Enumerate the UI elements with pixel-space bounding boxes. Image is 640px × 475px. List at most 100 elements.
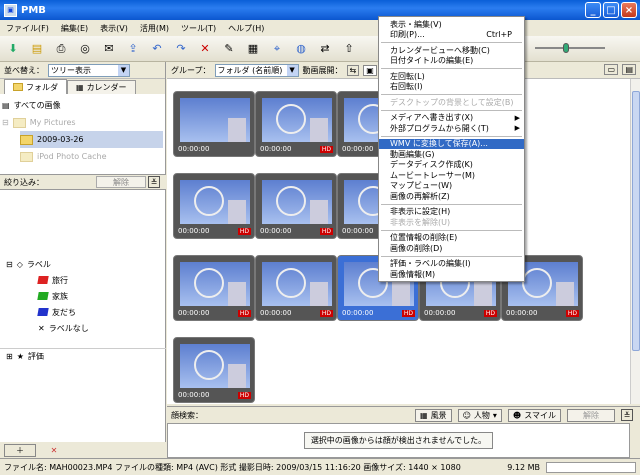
print-icon[interactable]: ⎙ [52,40,70,58]
web-icon[interactable]: ◍ [292,40,310,58]
filter-label: 絞り込み： [4,177,44,187]
rotate-left-icon[interactable]: ↶ [148,40,166,58]
context-menu-item[interactable]: マップビュー(W) [379,181,524,192]
red-tag-icon [37,276,49,284]
thumbnail-item[interactable]: 00:00:00HD [173,173,255,239]
filter-clear-button[interactable]: 解除 [96,176,146,188]
expand-icon[interactable]: ⊟ [2,118,9,127]
label-group[interactable]: ⊟ ◇ ラベル [0,256,166,272]
export-icon[interactable]: ⇪ [124,40,142,58]
tab-calendar[interactable]: ▦ カレンダー [67,80,136,94]
context-menu-item[interactable]: 表示・編集(V) [379,19,524,30]
thumbnail-scrollbar[interactable] [630,79,640,404]
label-item-friends[interactable]: 友だち [0,304,166,320]
context-menu-item[interactable]: ムービートレーサー(M) [379,170,524,181]
group-select[interactable]: フォルダ (名前順) ▼ [214,63,299,77]
upload-icon[interactable]: ⇧ [340,40,358,58]
menu-separator [381,94,522,95]
tab-folder[interactable]: フォルダ [4,79,67,94]
thumbnail-item[interactable]: 00:00:00HD [255,255,337,321]
menu-edit[interactable]: 編集(E) [61,23,88,34]
view-thumbnail-icon[interactable]: ▭ [604,64,618,75]
calendar-icon: ▦ [76,83,84,92]
context-menu-item[interactable]: 評価・ラベルの編集(I) [379,259,524,270]
video-expand-icon[interactable]: ⇆ [346,64,360,76]
menu-help[interactable]: ヘルプ(H) [228,23,264,34]
context-menu-item[interactable]: 画像情報(M) [379,269,524,280]
context-menu-item[interactable]: 画像の再解析(Z) [379,191,524,202]
context-menu-item[interactable]: カレンダービューへ移動(C) [379,45,524,56]
import-folder-icon[interactable]: ▤ [28,40,46,58]
rotate-right-icon[interactable]: ↷ [172,40,190,58]
remove-label-button[interactable]: ✕ [40,444,68,457]
app-icon: ▣ [4,3,17,17]
tree-item-all-images[interactable]: ▤ すべての画像 [2,97,163,114]
email-icon[interactable]: ✉ [100,40,118,58]
context-menu-item[interactable]: 動画編集(G) [379,149,524,160]
context-menu-item[interactable]: 印刷(P)... Ctrl+P [379,30,524,41]
collapse-icon[interactable]: ≚ [621,409,634,421]
context-menu-item[interactable]: 右回転(I) [379,82,524,93]
video-collapse-icon[interactable]: ▣ [363,64,377,76]
close-button[interactable]: × [621,2,637,18]
label-item-travel[interactable]: 旅行 [0,272,166,288]
menu-file[interactable]: ファイル(F) [6,23,49,34]
menu-use[interactable]: 活用(M) [140,23,169,34]
edit-icon[interactable]: ✎ [220,40,238,58]
expand-icon[interactable]: ⊟ [6,260,13,269]
delete-icon[interactable]: ✕ [196,40,214,58]
maximize-button[interactable]: □ [603,2,619,18]
star-icon: ★ [16,352,24,361]
thumbnail-item[interactable]: 00:00:00HD [173,255,255,321]
smile-button[interactable]: ☻ スマイル [507,409,562,422]
context-menu-item[interactable]: 位置情報の削除(E) [379,233,524,244]
context-menu-item[interactable]: 非表示に設定(H) [379,207,524,218]
thumbnail-item[interactable]: 00:00:00HD [255,173,337,239]
label-item-none[interactable]: ✕ ラベルなし [0,320,166,336]
thumbnail-item[interactable]: 00:00:00 [173,91,255,157]
collapse-icon[interactable]: ≚ [148,176,160,188]
submenu-arrow-icon: ▶ [514,124,520,133]
view-list-icon[interactable]: ▤ [622,64,636,75]
zoom-slider[interactable] [535,43,605,53]
menu-tools[interactable]: ツール(T) [181,23,216,34]
context-menu-item[interactable]: 日付タイトルの編集(E) [379,56,524,67]
expand-icon[interactable]: ⊞ [6,352,13,361]
menu-separator [381,229,522,231]
sort-select[interactable]: ツリー表示 ▼ [48,63,130,77]
context-menu-item[interactable]: 画像の削除(D) [379,243,524,254]
tree-item-date-folder[interactable]: 2009-03-26 [20,131,163,148]
menu-view[interactable]: 表示(V) [100,23,128,34]
tree-item-ipod[interactable]: iPod Photo Cache [20,148,163,165]
landscape-button[interactable]: ▦ 風景 [415,409,452,422]
thumbnail-item[interactable]: 00:00:00HD [255,91,337,157]
import-icon[interactable]: ⬇ [4,40,22,58]
status-info: ファイル名: MAH00023.MP4 ファイルの種類: MP4 (AVC) 形… [4,462,461,472]
menu-separator [381,109,522,111]
share-icon[interactable]: ⇄ [316,40,334,58]
map-icon[interactable]: ⌖ [268,40,286,58]
face-search-bar: 顔検索： ▦ 風景 ☺ 人物 ▾ ☻ スマイル 解除 ≚ [167,406,640,423]
add-label-button[interactable]: ＋ [4,443,36,457]
menu-separator [381,255,522,257]
disc-icon[interactable]: ◎ [76,40,94,58]
slideshow-icon[interactable]: ▦ [244,40,262,58]
group-label: グループ： [171,65,211,75]
tree-item-my-pictures[interactable]: ⊟ My Pictures [2,114,163,131]
minimize-button[interactable]: _ [585,2,601,18]
label-item-family[interactable]: 家族 [0,288,166,304]
face-clear-button[interactable]: 解除 [567,409,616,422]
face-search-label: 顔検索： [171,410,203,420]
zoom-slider-thumb[interactable] [563,43,569,53]
context-menu-item[interactable]: 左回転(L) [379,71,524,82]
title-bar: ▣ PMB _ □ × [0,0,640,20]
sort-label: 並べ替え： [4,65,44,75]
rating-group[interactable]: ⊞ ★ 評価 [0,348,166,364]
context-menu-item[interactable]: メディアへ書き出す(X) ▶ [379,113,524,124]
chevron-down-icon: ▼ [286,64,298,76]
context-menu-item[interactable]: WMV に変換して保存(A)... [379,138,524,149]
person-button[interactable]: ☺ 人物 ▾ [457,409,502,422]
thumbnail-item[interactable]: 00:00:00HD [173,337,255,403]
context-menu-item[interactable]: 外部プログラムから開く(T) ▶ [379,123,524,134]
context-menu-item[interactable]: データディスク作成(K) [379,160,524,171]
